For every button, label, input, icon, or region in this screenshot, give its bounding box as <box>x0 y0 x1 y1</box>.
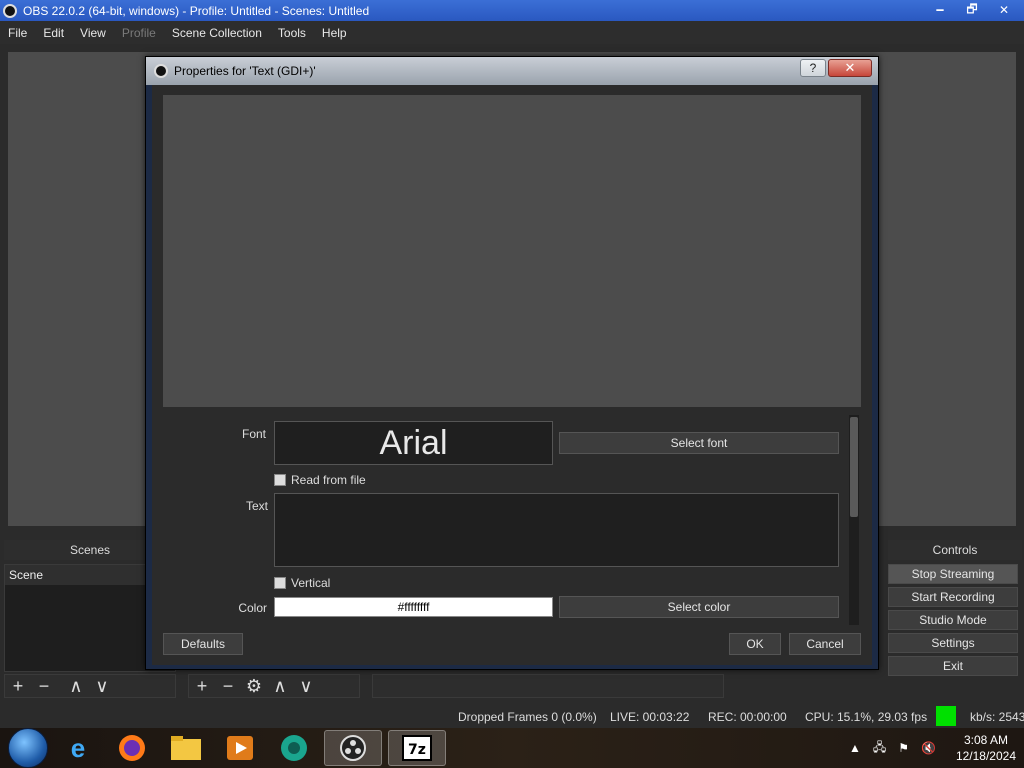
dialog-titlebar: Properties for 'Text (GDI+)' ? ✕ <box>146 57 878 85</box>
menu-bar: File Edit View Profile Scene Collection … <box>0 21 1024 44</box>
vertical-row[interactable]: Vertical <box>274 576 330 590</box>
live-status: LIVE: 00:03:22 <box>610 710 690 724</box>
font-preview: Arial <box>274 421 553 465</box>
controls-dock-header: Controls <box>888 540 1022 560</box>
close-button[interactable]: ✕ <box>988 0 1020 20</box>
text-input[interactable] <box>274 493 839 567</box>
taskbar: e 7z ▲ 🖧 ⚑ 🔇 3:08 AM 12/18/2024 <box>0 728 1024 768</box>
cancel-button[interactable]: Cancel <box>789 633 861 655</box>
ok-button[interactable]: OK <box>729 633 781 655</box>
7zip-taskbar-icon[interactable]: 7z <box>388 730 446 766</box>
media-player-icon[interactable] <box>216 730 264 766</box>
kbps-status: kb/s: 2543 <box>970 710 1024 724</box>
stop-streaming-button[interactable]: Stop Streaming <box>888 564 1018 584</box>
dialog-obs-icon <box>154 64 168 78</box>
properties-scrollbar[interactable] <box>849 415 859 625</box>
move-scene-up-button[interactable]: ∧ <box>63 675 89 697</box>
menu-edit[interactable]: Edit <box>35 26 72 40</box>
action-center-flag-icon[interactable]: ⚑ <box>898 741 909 755</box>
source-properties-gear-icon[interactable]: ⚙ <box>241 675 267 697</box>
remove-source-button[interactable]: − <box>215 675 241 697</box>
dropped-frames-status: Dropped Frames 0 (0.0%) <box>458 710 597 724</box>
add-scene-button[interactable]: + <box>5 675 31 697</box>
menu-profile[interactable]: Profile <box>114 26 164 40</box>
stream-health-indicator <box>936 706 956 726</box>
font-label: Font <box>241 427 266 441</box>
dialog-close-button[interactable]: ✕ <box>828 59 872 77</box>
vertical-checkbox[interactable] <box>274 577 286 589</box>
move-scene-down-button[interactable]: ∨ <box>89 675 115 697</box>
read-from-file-checkbox[interactable] <box>274 474 286 486</box>
dialog-help-button[interactable]: ? <box>800 59 826 77</box>
start-recording-button[interactable]: Start Recording <box>888 587 1018 607</box>
cpu-status: CPU: 15.1%, 29.03 fps <box>805 710 928 724</box>
browser-globe-icon[interactable] <box>270 730 318 766</box>
status-bar: Dropped Frames 0 (0.0%) LIVE: 00:03:22 R… <box>0 706 1024 728</box>
menu-scene-collection[interactable]: Scene Collection <box>164 26 270 40</box>
scenes-toolbar: + − ∧ ∨ <box>4 674 176 698</box>
network-icon[interactable]: 🖧 <box>873 738 886 759</box>
taskbar-clock[interactable]: 3:08 AM 12/18/2024 <box>956 732 1016 764</box>
properties-dialog: Properties for 'Text (GDI+)' ? ✕ Font Ar… <box>145 56 879 670</box>
menu-view[interactable]: View <box>72 26 114 40</box>
source-preview <box>163 95 861 407</box>
volume-muted-icon[interactable]: 🔇 <box>921 741 936 755</box>
window-title: OBS 22.0.2 (64-bit, windows) - Profile: … <box>23 3 370 18</box>
select-color-button[interactable]: Select color <box>559 596 839 618</box>
read-from-file-row[interactable]: Read from file <box>274 473 366 487</box>
show-hidden-icons-icon[interactable]: ▲ <box>849 741 861 755</box>
properties-scrollbar-thumb[interactable] <box>850 417 858 517</box>
obs-app-icon <box>3 3 17 18</box>
internet-explorer-icon[interactable]: e <box>54 730 102 766</box>
settings-button[interactable]: Settings <box>888 633 1018 653</box>
window-titlebar: OBS 22.0.2 (64-bit, windows) - Profile: … <box>0 0 1024 21</box>
system-tray: ▲ 🖧 ⚑ 🔇 3:08 AM 12/18/2024 <box>843 728 1016 768</box>
sources-toolbar: + − ⚙ ∧ ∨ <box>188 674 360 698</box>
rec-status: REC: 00:00:00 <box>708 710 787 724</box>
studio-mode-button[interactable]: Studio Mode <box>888 610 1018 630</box>
vertical-label: Vertical <box>291 576 331 590</box>
file-explorer-icon[interactable] <box>162 730 210 766</box>
mixer-area <box>372 674 724 698</box>
text-label: Text <box>245 499 268 513</box>
clock-date: 12/18/2024 <box>955 749 1016 763</box>
dialog-body: Font Arial Select font Read from file Te… <box>152 85 872 665</box>
start-button-icon[interactable] <box>8 728 48 768</box>
color-value-field: #ffffffff <box>274 597 553 617</box>
controls-panel: Stop Streaming Start Recording Studio Mo… <box>888 564 1020 679</box>
remove-scene-button[interactable]: − <box>31 675 57 697</box>
clock-time: 3:08 AM <box>963 733 1008 747</box>
menu-file[interactable]: File <box>0 26 35 40</box>
obs-taskbar-icon[interactable] <box>324 730 382 766</box>
move-source-down-button[interactable]: ∨ <box>293 675 319 697</box>
firefox-icon[interactable] <box>108 730 156 766</box>
svg-text:7z: 7z <box>408 742 426 758</box>
exit-button[interactable]: Exit <box>888 656 1018 676</box>
window-controls: 🗕 🗗 ✕ <box>924 0 1020 20</box>
defaults-button[interactable]: Defaults <box>163 633 243 655</box>
minimize-button[interactable]: 🗕 <box>924 0 956 20</box>
color-label: Color <box>238 601 267 615</box>
move-source-up-button[interactable]: ∧ <box>267 675 293 697</box>
dialog-title: Properties for 'Text (GDI+)' <box>174 64 316 78</box>
read-from-file-label: Read from file <box>291 473 366 487</box>
add-source-button[interactable]: + <box>189 675 215 697</box>
restore-button[interactable]: 🗗 <box>956 0 988 20</box>
select-font-button[interactable]: Select font <box>559 432 839 454</box>
menu-tools[interactable]: Tools <box>270 26 314 40</box>
menu-help[interactable]: Help <box>314 26 355 40</box>
